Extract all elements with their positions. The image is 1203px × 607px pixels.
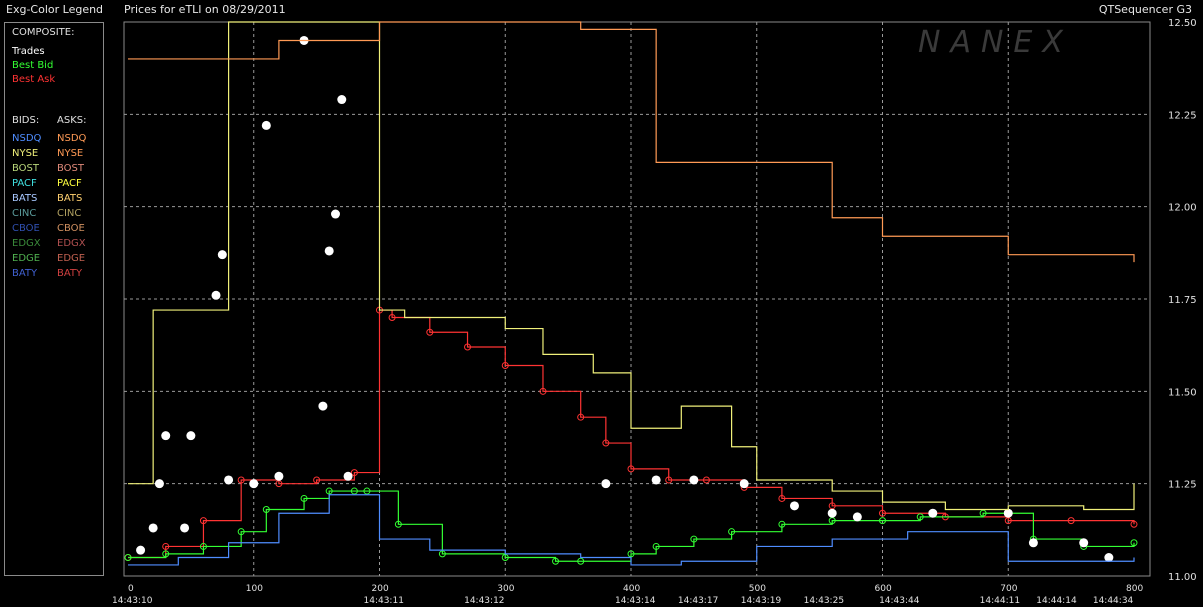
x-tick-label: 500 <box>749 584 766 594</box>
time-label: 14:43:11 <box>364 596 404 606</box>
trade-point <box>261 120 271 130</box>
x-tick-label: 600 <box>875 584 892 594</box>
x-tick-label: 200 <box>372 584 389 594</box>
trade-point <box>217 250 227 260</box>
x-tick-label: 700 <box>1000 584 1017 594</box>
y-tick-label: 11.50 <box>1168 387 1197 398</box>
trade-point <box>249 479 259 489</box>
trade-point <box>324 246 334 256</box>
time-label: 14:44:34 <box>1093 596 1134 606</box>
time-label: 14:43:17 <box>678 596 718 606</box>
time-label: 14:43:19 <box>741 596 782 606</box>
trade-point <box>136 545 146 555</box>
trade-point <box>827 508 837 518</box>
trade-point <box>330 209 340 219</box>
x-tick-label: 400 <box>623 584 640 594</box>
nanex-watermark: NANEX <box>918 25 1073 60</box>
x-tick-label: 300 <box>497 584 514 594</box>
trade-point <box>739 479 749 489</box>
trade-point <box>274 471 284 481</box>
time-label: 14:43:14 <box>615 596 656 606</box>
y-tick-label: 12.50 <box>1168 18 1197 29</box>
y-tick-label: 11.25 <box>1168 480 1197 491</box>
x-tick-label: 100 <box>246 584 263 594</box>
grid <box>124 22 1150 576</box>
trade-point <box>689 475 699 485</box>
trade-point <box>601 479 611 489</box>
trade-point <box>154 479 164 489</box>
trade-point <box>186 431 196 441</box>
y-tick-label: 11.00 <box>1168 572 1197 583</box>
time-label: 14:43:25 <box>804 596 844 606</box>
trade-point <box>161 431 171 441</box>
trade-point <box>928 508 938 518</box>
time-label: 14:43:10 <box>112 596 153 606</box>
y-tick-label: 12.00 <box>1168 203 1197 214</box>
y-tick-label: 11.75 <box>1168 295 1197 306</box>
trade-point <box>180 523 190 533</box>
trade-point <box>148 523 158 533</box>
trade-point <box>1079 538 1089 548</box>
time-label: 14:44:11 <box>980 596 1020 606</box>
time-label: 14:44:14 <box>1036 596 1077 606</box>
trade-point <box>224 475 234 485</box>
trade-point <box>1028 538 1038 548</box>
time-label: 14:43:12 <box>464 596 504 606</box>
y-tick-label: 12.25 <box>1168 110 1197 121</box>
trade-point <box>343 471 353 481</box>
time-label: 14:43:44 <box>879 596 920 606</box>
price-chart: NANEX 11.00 11.25 11.50 11.75 12.00 12.25 12.5… <box>112 18 1197 606</box>
x-tick-label: 800 <box>1126 584 1143 594</box>
trade-point <box>337 95 347 105</box>
x-tick-label: 0 <box>128 584 134 594</box>
trade-point <box>852 512 862 522</box>
trade-point <box>211 290 221 300</box>
trade-point <box>318 401 328 411</box>
trade-point <box>789 501 799 511</box>
trade-point <box>651 475 661 485</box>
